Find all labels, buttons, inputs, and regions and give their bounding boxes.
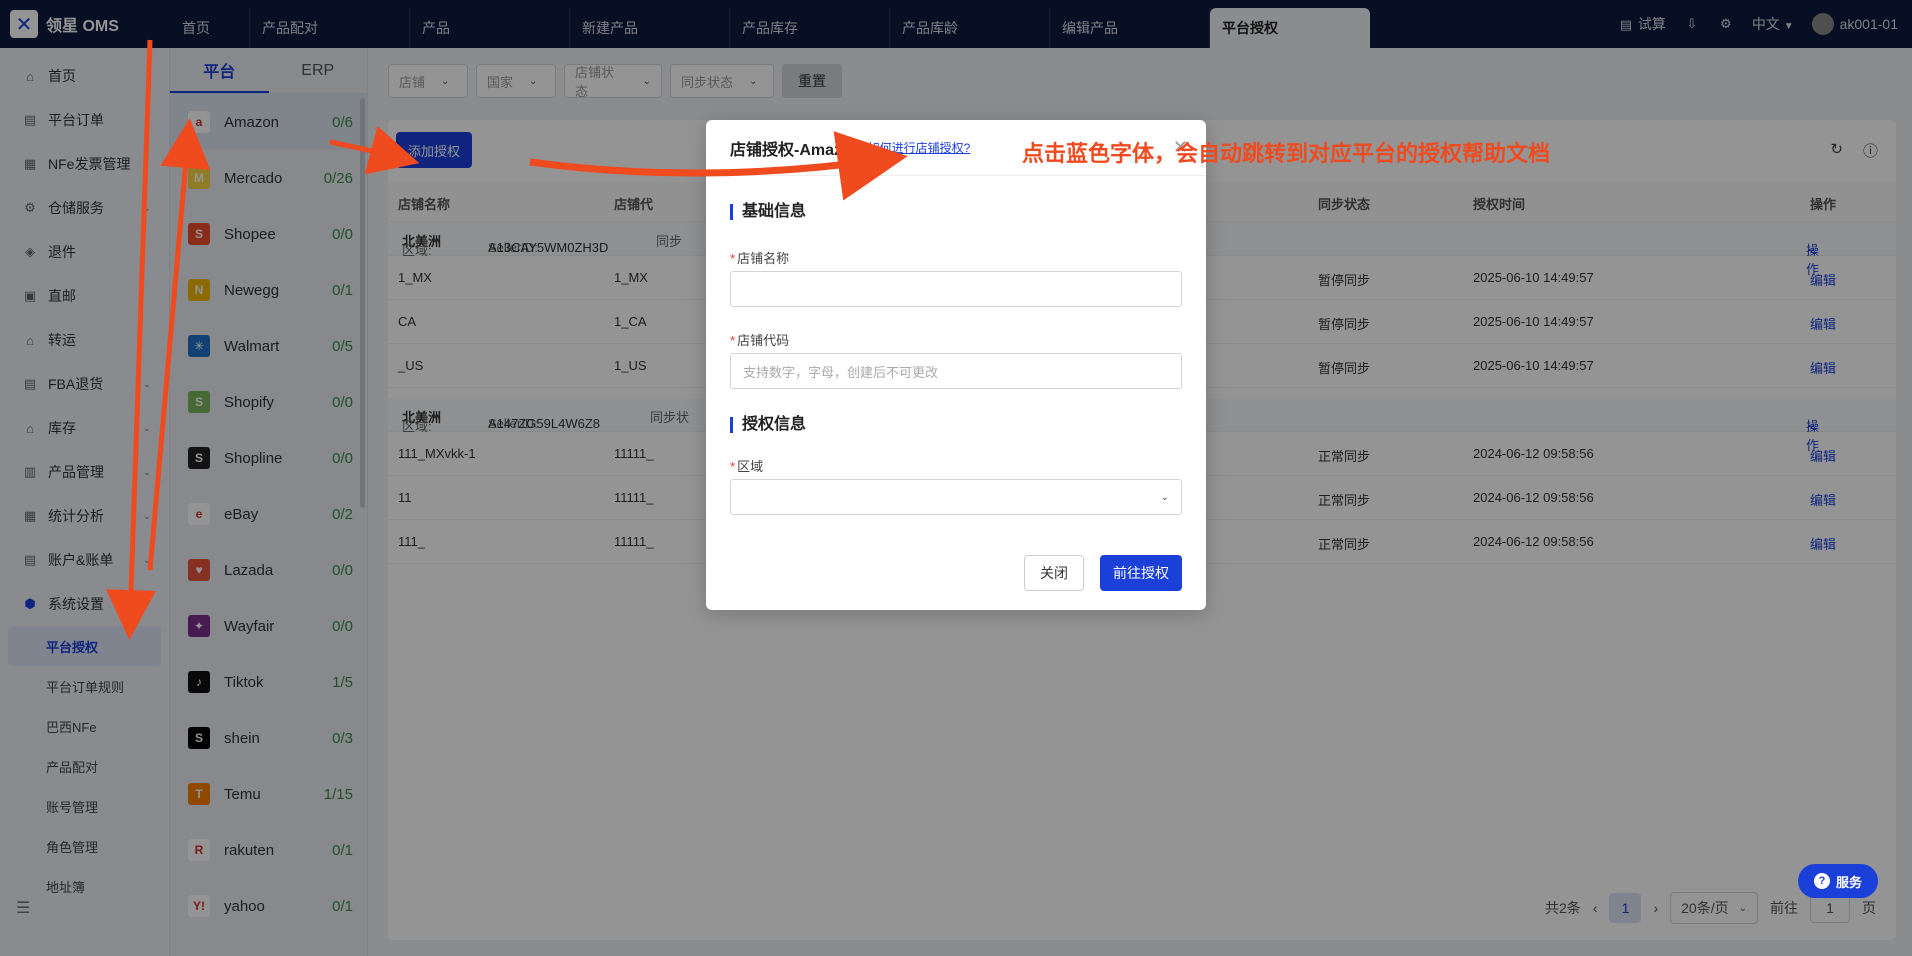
shop-name-label: * 店铺名称	[730, 248, 789, 267]
region-select[interactable]: ⌄	[730, 479, 1182, 515]
region-field-label-text: 区域	[737, 459, 764, 474]
close-button[interactable]: 关闭	[1024, 555, 1084, 591]
required-mark: *	[730, 459, 736, 474]
service-button[interactable]: ? 服务	[1798, 864, 1878, 898]
region-field-label: * 区域	[730, 456, 763, 475]
go-authorize-button[interactable]: 前往授权	[1100, 555, 1182, 591]
required-mark: *	[730, 251, 736, 266]
shop-code-label-text: 店铺代码	[737, 333, 790, 348]
chevron-down-icon: ⌄	[1160, 491, 1169, 503]
shop-auth-dialog: 店铺授权-Amazon 如何进行店铺授权? ✕ 基础信息 * 店铺名称 * 店铺代码…	[706, 120, 1206, 610]
shop-name-label-text: 店铺名称	[737, 251, 790, 266]
shop-name-input[interactable]	[730, 271, 1182, 307]
section-auth-info: 授权信息	[730, 417, 806, 433]
annotation-text: 点击蓝色字体，会自动跳转到对应平台的授权帮助文档	[1022, 141, 1551, 166]
section-basic-info: 基础信息	[730, 204, 806, 220]
auth-help-link[interactable]: 如何进行店铺授权?	[868, 139, 971, 156]
shop-code-input[interactable]: 支持数字，字母，创建后不可更改	[730, 353, 1182, 389]
service-label: 服务	[1835, 874, 1862, 890]
required-mark: *	[730, 333, 736, 348]
shop-code-label: * 店铺代码	[730, 330, 789, 349]
dialog-title: 店铺授权-Amazon	[730, 141, 862, 159]
question-icon: ?	[1813, 873, 1830, 889]
